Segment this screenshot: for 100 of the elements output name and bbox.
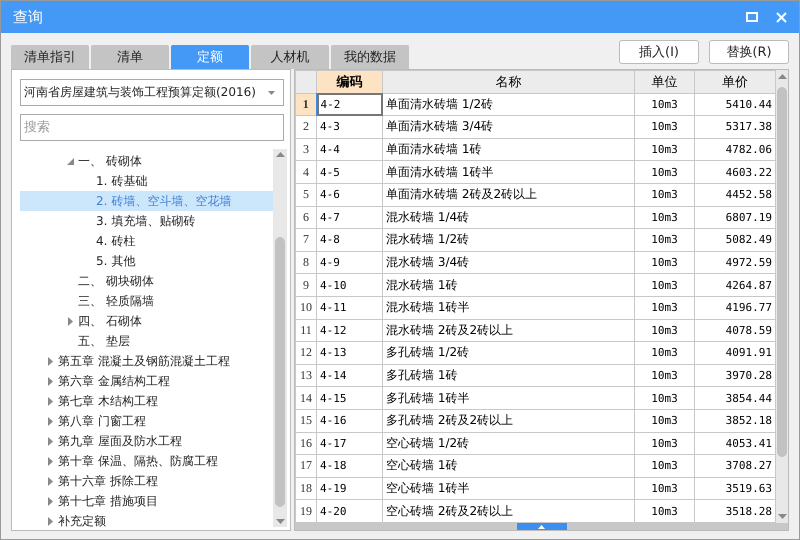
expand-triangle-icon[interactable] [48,436,52,446]
tree-item[interactable]: 三、 轻质隔墙 [20,291,273,311]
row-number: 15 [296,409,316,432]
tree-item[interactable]: 第十章 保温、隔热、防腐工程 [20,451,273,471]
row-number: 7 [296,228,316,252]
expand-triangle-icon[interactable] [48,516,52,526]
column-header[interactable]: 名称 [382,70,634,94]
expand-triangle-icon[interactable] [48,376,52,386]
table-cell: 10m3 [634,160,694,184]
tab[interactable]: 清单 [91,45,169,69]
table-cell: 4-12 [316,319,382,342]
tab[interactable]: 清单指引 [11,45,89,69]
tree-item[interactable]: 补充定额 [20,511,273,527]
collapse-triangle-icon[interactable] [66,158,74,164]
library-dropdown[interactable]: 河南省房屋建筑与装饰工程预算定额(2016) [20,79,284,106]
row-number: 4 [296,160,316,184]
scrollbar[interactable] [776,70,788,523]
table-cell: 多孔砖墙 1砖 [382,364,634,387]
tab[interactable]: 我的数据 [331,45,409,69]
tree-item[interactable]: 3. 填充墙、贴砌砖 [20,211,273,231]
tree-item[interactable]: 第八章 门窗工程 [20,411,273,431]
splitter-handle[interactable] [516,523,566,530]
tree-item[interactable]: 第五章 混凝土及钢筋混凝土工程 [20,351,273,371]
table-cell: 4-17 [316,432,382,455]
expand-triangle-icon[interactable] [48,476,52,486]
scrollbar-thumb[interactable] [777,87,787,457]
table-cell: 10m3 [634,274,694,296]
tab[interactable]: 人材机 [251,45,329,69]
table-cell: 单面清水砖墙 1砖半 [382,160,634,184]
scroll-up-icon[interactable] [276,152,284,157]
scrollbar-thumb[interactable] [275,237,285,507]
tree-item[interactable]: 5. 其他 [20,251,273,271]
row-number: 19 [296,500,316,522]
row-number: 9 [296,274,316,296]
table-cell: 空心砖墙 1/2砖 [382,432,634,455]
dropdown-caret-icon [268,90,275,94]
expand-triangle-icon[interactable] [68,316,72,326]
expand-triangle-icon[interactable] [48,456,52,466]
table-cell: 10m3 [634,477,694,500]
action-button[interactable]: 替换(R) [709,40,789,64]
tree-item[interactable]: 1. 砖基础 [20,171,273,191]
tree-item[interactable]: 4. 砖柱 [20,231,273,251]
tree-item[interactable]: 第九章 屋面及防水工程 [20,431,273,451]
row-number: 11 [296,319,316,342]
action-button[interactable]: 插入(I) [619,40,699,64]
tree-item[interactable]: 四、 石砌体 [20,311,273,331]
tree-item[interactable]: 二、 砌块砌体 [20,271,273,291]
tree-item[interactable]: 第七章 木结构工程 [20,391,273,411]
table-cell: 4-13 [316,342,382,364]
expand-triangle-icon[interactable] [48,396,52,406]
table-cell: 4-19 [316,477,382,500]
table-cell: 空心砖墙 1砖 [382,454,634,478]
scroll-up-icon[interactable] [778,74,786,79]
table-cell: 10m3 [634,206,694,229]
table-cell: 10m3 [634,342,694,364]
table-cell: 单面清水砖墙 1砖 [382,138,634,161]
column-header[interactable]: 编码 [316,70,382,94]
row-number: 6 [296,206,316,229]
table-cell: 10m3 [634,296,694,320]
table-cell: 10m3 [634,138,694,161]
scroll-down-icon[interactable] [276,519,284,524]
scrollbar[interactable] [273,149,287,527]
tree-item[interactable]: 五、 垫层 [20,331,273,351]
table-cell: 10m3 [634,364,694,387]
column-header[interactable]: 单价 [694,70,776,94]
expand-triangle-icon[interactable] [48,416,52,426]
row-number: 14 [296,386,316,410]
table-cell: 4-10 [316,274,382,296]
table-cell: 10m3 [634,183,694,206]
expand-triangle-icon[interactable] [48,356,52,366]
table-cell: 10m3 [634,319,694,342]
table-cell: 混水砖墙 1砖 [382,274,634,296]
column-header[interactable]: 单位 [634,70,694,94]
scroll-down-icon[interactable] [778,514,786,519]
table-cell: 混水砖墙 3/4砖 [382,251,634,274]
table-cell: 10m3 [634,386,694,410]
table-cell: 10m3 [634,432,694,455]
search-field[interactable]: 搜索 [20,114,284,141]
window-title: 查询 [13,8,44,26]
table-cell: 单面清水砖墙 3/4砖 [382,116,634,138]
tree-item[interactable]: 一、 砖砌体 [20,151,273,171]
table-cell: 10m3 [634,251,694,274]
close-icon[interactable] [776,12,787,22]
maximize-icon[interactable] [746,12,758,22]
row-number: 10 [296,296,316,320]
table-cell: 4-11 [316,296,382,320]
row-number: 3 [296,138,316,161]
table-cell: 混水砖墙 2砖及2砖以上 [382,319,634,342]
expand-triangle-icon[interactable] [48,496,52,506]
table-cell: 4-8 [316,228,382,252]
tree-item[interactable]: 第六章 金属结构工程 [20,371,273,391]
row-number: 13 [296,364,316,387]
table-cell: 4-9 [316,251,382,274]
table-cell: 4-3 [316,116,382,138]
table-cell: 4-18 [316,454,382,478]
tree-item[interactable]: 第十七章 措施项目 [20,491,273,511]
table-cell: 10m3 [634,454,694,478]
tree-item[interactable]: 第十六章 拆除工程 [20,471,273,491]
row-number: 5 [296,183,316,206]
table-cell: 10m3 [634,93,694,116]
